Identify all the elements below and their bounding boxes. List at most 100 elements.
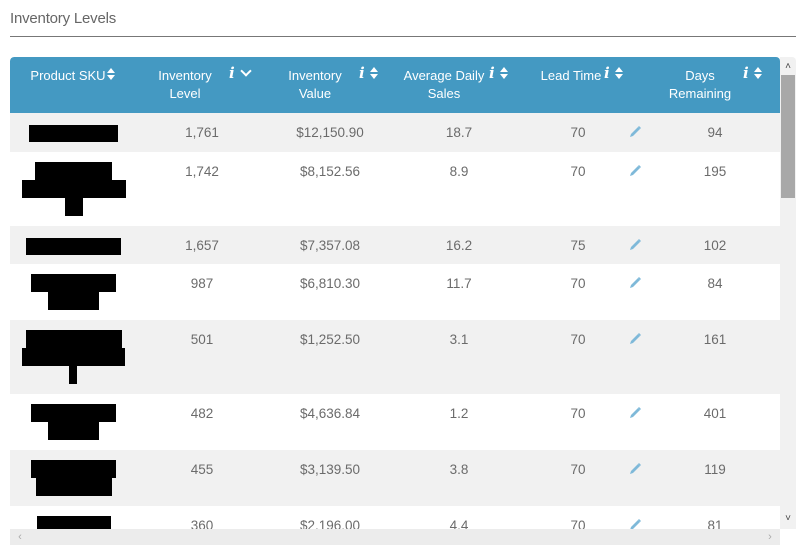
average-daily-sales-cell: 1.2: [449, 406, 469, 421]
days-header-icons: i: [743, 65, 763, 81]
inventory-level-cell: 482: [190, 406, 214, 421]
edit-lead-time-pencil-icon[interactable]: [628, 276, 642, 290]
inventory-level-cell: 1,742: [185, 164, 219, 179]
lead-time-cell: 70: [570, 406, 586, 421]
table-row[interactable]: 360 $2,196.00 4.4 70 81: [10, 506, 780, 529]
column-label: Product SKU: [30, 68, 106, 83]
days-remaining-cell: 94: [707, 125, 723, 140]
inventory-table: Product SKU Inventory Level i Inventory …: [10, 57, 796, 545]
average-daily-sales-cell: 4.4: [449, 518, 469, 529]
table-row[interactable]: 482 $4,636.84 1.2 70 401: [10, 394, 780, 450]
scroll-right-arrow-icon[interactable]: ›: [762, 529, 778, 545]
column-label: Days: [685, 68, 715, 83]
lead-header-icons: i: [604, 65, 624, 81]
table-header: Product SKU Inventory Level i Inventory …: [10, 57, 780, 113]
column-header-inventory-value[interactable]: Inventory Value: [280, 67, 350, 103]
redaction-block: [48, 422, 99, 440]
scroll-down-arrow-icon[interactable]: ˅: [780, 511, 796, 527]
info-icon[interactable]: i: [229, 65, 235, 81]
sort-icon[interactable]: [614, 67, 624, 79]
redaction-block: [31, 274, 116, 292]
column-label: Inventory: [158, 68, 212, 83]
redaction-block: [31, 404, 116, 422]
redaction-block: [26, 330, 122, 348]
table-row[interactable]: 455 $3,139.50 3.8 70 119: [10, 450, 780, 506]
info-icon[interactable]: i: [359, 65, 365, 81]
column-header-lead-time[interactable]: Lead Time: [538, 67, 604, 85]
days-remaining-cell: 102: [703, 238, 727, 253]
table-viewport: Product SKU Inventory Level i Inventory …: [10, 57, 780, 529]
lead-time-cell: 70: [570, 164, 586, 179]
redaction-block: [29, 125, 118, 142]
redaction-block: [22, 180, 126, 198]
lead-time-cell: 70: [570, 518, 586, 529]
inventory-value-cell: $2,196.00: [299, 518, 361, 529]
title-divider: [10, 36, 796, 37]
inventory-level-cell: 455: [190, 462, 214, 477]
sort-icon[interactable]: [499, 67, 509, 79]
edit-lead-time-pencil-icon[interactable]: [628, 332, 642, 346]
table-row[interactable]: 987 $6,810.30 11.7 70 84: [10, 264, 780, 320]
column-header-inventory-level[interactable]: Inventory Level: [150, 67, 220, 103]
column-header-product-sku[interactable]: Product SKU: [28, 67, 108, 85]
sort-icon[interactable]: [107, 68, 116, 80]
value-header-icons: i: [359, 65, 379, 81]
column-header-average-daily-sales[interactable]: Average Daily Sales: [402, 67, 486, 103]
inventory-level-cell: 1,761: [185, 125, 219, 140]
scrollbar-corner: [780, 529, 796, 545]
average-daily-sales-cell: 8.9: [449, 164, 469, 179]
redaction-block: [36, 478, 112, 496]
edit-lead-time-pencil-icon[interactable]: [628, 406, 642, 420]
inventory-value-cell: $8,152.56: [299, 164, 361, 179]
inventory-value-cell: $6,810.30: [299, 276, 361, 291]
redaction-block: [65, 198, 83, 216]
scrollbar-thumb[interactable]: [781, 75, 795, 198]
edit-lead-time-pencil-icon[interactable]: [628, 125, 642, 139]
scroll-up-arrow-icon[interactable]: ˄: [780, 59, 796, 75]
column-header-days-remaining[interactable]: Days Remaining: [662, 67, 738, 103]
edit-lead-time-pencil-icon[interactable]: [628, 238, 642, 252]
edit-lead-time-pencil-icon[interactable]: [628, 164, 642, 178]
horizontal-scrollbar[interactable]: ‹ ›: [10, 529, 780, 545]
redaction-block: [69, 366, 77, 384]
column-label: Level: [169, 86, 201, 101]
table-row[interactable]: 1,657 $7,357.08 16.2 75 102: [10, 226, 780, 264]
edit-lead-time-pencil-icon[interactable]: [628, 462, 642, 476]
average-daily-sales-cell: 18.7: [445, 125, 473, 140]
sales-header-icons: i: [489, 65, 509, 81]
table-row[interactable]: 1,761 $12,150.90 18.7 70 94: [10, 113, 780, 152]
sort-icon[interactable]: [753, 67, 763, 79]
redaction-block: [35, 162, 112, 180]
lead-time-cell: 70: [570, 462, 586, 477]
table-row[interactable]: 501 $1,252.50 3.1 70 161: [10, 320, 780, 394]
average-daily-sales-cell: 16.2: [445, 238, 473, 253]
info-icon[interactable]: i: [604, 65, 610, 81]
days-remaining-cell: 195: [703, 164, 727, 179]
redaction-block: [31, 460, 116, 478]
redaction-block: [37, 516, 111, 529]
scroll-left-arrow-icon[interactable]: ‹: [12, 529, 28, 545]
sort-icon[interactable]: [369, 67, 379, 79]
info-icon[interactable]: i: [743, 65, 749, 81]
column-label: Sales: [427, 86, 461, 101]
info-icon[interactable]: i: [489, 65, 495, 81]
column-label: Average Daily: [403, 68, 485, 83]
level-header-icons: i: [229, 65, 252, 81]
days-remaining-cell: 84: [707, 276, 723, 291]
column-label: Value: [298, 86, 332, 101]
table-row[interactable]: 1,742 $8,152.56 8.9 70 195: [10, 152, 780, 226]
lead-time-cell: 70: [570, 332, 586, 347]
column-label: Lead Time: [540, 68, 602, 83]
edit-lead-time-pencil-icon[interactable]: [628, 518, 642, 529]
days-remaining-cell: 119: [704, 462, 726, 477]
lead-time-cell: 75: [570, 238, 586, 253]
average-daily-sales-cell: 3.1: [449, 332, 469, 347]
inventory-level-cell: 987: [190, 276, 214, 291]
redaction-block: [48, 292, 99, 310]
sort-descending-icon[interactable]: [240, 68, 252, 78]
sku-header-icons: [107, 68, 116, 80]
redaction-block: [22, 348, 125, 366]
panel-title: Inventory Levels: [10, 10, 117, 27]
vertical-scrollbar[interactable]: ˄ ˅: [780, 57, 796, 529]
table-body: 1,761 $12,150.90 18.7 70 94 1,742 $8,152.56 8.9…: [10, 113, 780, 529]
